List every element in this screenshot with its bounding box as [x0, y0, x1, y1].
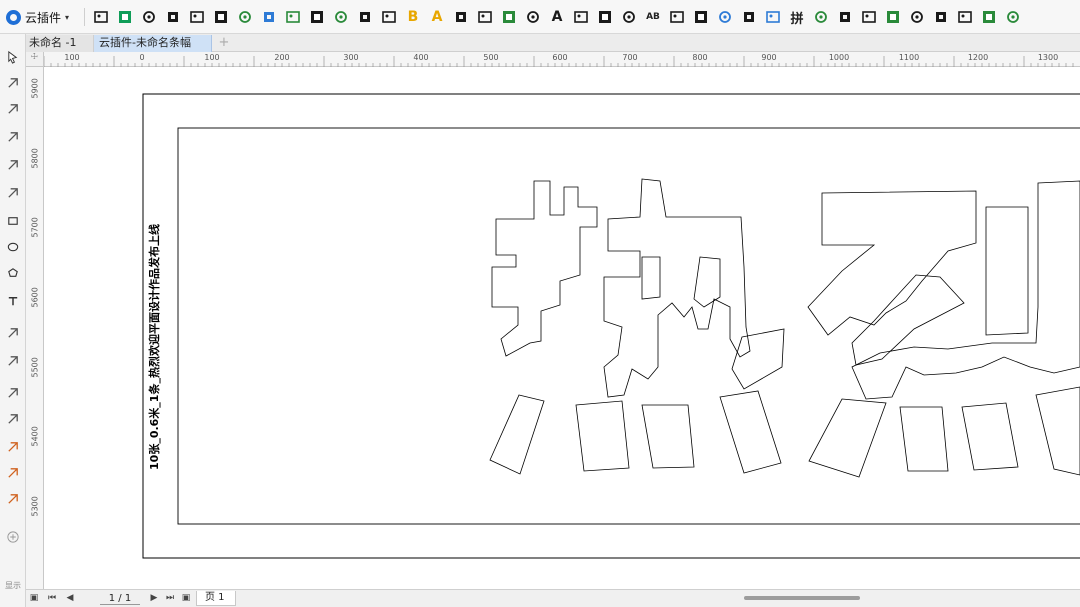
qr-icon[interactable]	[524, 8, 542, 26]
text-tool-icon[interactable]	[4, 292, 22, 310]
banner-glyph-2[interactable]	[807, 180, 1080, 400]
x-box-icon[interactable]	[908, 8, 926, 26]
outer-page-border	[142, 93, 1080, 559]
magic-icon[interactable]	[980, 8, 998, 26]
v-ruler-label: 5400	[30, 426, 40, 447]
k-icon[interactable]	[116, 8, 134, 26]
prev-page-button[interactable]: ◀	[64, 592, 76, 605]
add-page-icon[interactable]: ▣	[180, 592, 192, 605]
horizontal-scroll-thumb[interactable]	[744, 596, 860, 600]
rotate-icon[interactable]	[356, 8, 374, 26]
ruler-origin[interactable]: ☩	[26, 52, 44, 67]
add-tab-button[interactable]: +	[216, 36, 232, 50]
vertical-ruler[interactable]: 5900 5800 5700 5600 5500 5400 5300	[26, 67, 44, 589]
smart-fill-icon[interactable]	[4, 490, 22, 508]
polygon-tool-icon[interactable]	[4, 264, 22, 282]
side-note: 显示	[5, 581, 21, 590]
photo-icon[interactable]	[572, 8, 590, 26]
next-page-button[interactable]: ▶	[148, 592, 160, 605]
text-a-icon[interactable]	[260, 8, 278, 26]
c-icon[interactable]	[812, 8, 830, 26]
connector-icon[interactable]	[4, 352, 22, 370]
link-icon[interactable]	[596, 8, 614, 26]
ellipse-tool-icon[interactable]	[4, 238, 22, 256]
v-ruler-label: 5900	[30, 78, 40, 99]
drawing-canvas[interactable]: 10张_0.6米_1条_热烈欢迎平面设计作品发布上线	[44, 67, 1080, 589]
bold-b-icon[interactable]: B	[404, 8, 422, 26]
banner-caption-vertical[interactable]: 10张_0.6米_1条_热烈欢迎平面设计作品发布上线	[146, 197, 162, 497]
h-ruler-ticks	[44, 56, 1074, 67]
tab-untitled-1[interactable]: 未命名 -1	[24, 35, 94, 52]
fill-tool-icon[interactable]	[4, 464, 22, 482]
quote-icon[interactable]	[668, 8, 686, 26]
last-page-button[interactable]: ⏭	[164, 592, 176, 605]
square-icon[interactable]	[284, 8, 302, 26]
add-tool-icon[interactable]	[4, 528, 22, 546]
chevron-down-icon: ▾	[65, 12, 70, 22]
ab-icon[interactable]: AB	[644, 8, 662, 26]
picture-icon[interactable]	[92, 8, 110, 26]
banner-glyph-1-dots	[489, 390, 782, 475]
toolbox	[0, 34, 26, 607]
curve-icon[interactable]	[476, 8, 494, 26]
cloud-plugin-label: 云插件	[25, 10, 62, 25]
paste-icon[interactable]	[308, 8, 326, 26]
v-ruler-label: 5600	[30, 287, 40, 308]
shape-tool-icon[interactable]	[4, 74, 22, 92]
artistic-media-icon[interactable]	[4, 184, 22, 202]
horizontal-ruler[interactable]: 100 0 100 200 300 400 500 600 700 800 900 1000 1100 1…	[44, 52, 1080, 67]
v-ruler-label: 5300	[30, 496, 40, 517]
shield-icon[interactable]	[932, 8, 950, 26]
comment-icon[interactable]	[692, 8, 710, 26]
grid-icon[interactable]	[332, 8, 350, 26]
banner-glyph-2-dots	[808, 386, 1080, 478]
frame-icon[interactable]	[164, 8, 182, 26]
freehand-tool-icon[interactable]	[4, 156, 22, 174]
crop-icon[interactable]	[716, 8, 734, 26]
v-ruler-label: 5500	[30, 357, 40, 378]
r-icon[interactable]	[380, 8, 398, 26]
page-settings-icon[interactable]: ▣	[28, 592, 40, 605]
font-a-icon[interactable]: A	[548, 8, 566, 26]
toolbar-divider	[84, 8, 85, 26]
pick-tool-icon[interactable]	[4, 48, 22, 66]
page-count: 1 / 1	[100, 592, 140, 605]
ra-icon[interactable]	[500, 8, 518, 26]
pin-icon[interactable]: 拼	[788, 8, 806, 27]
pattern-icon[interactable]	[764, 8, 782, 26]
plugin-toolbar: 云插件 ▾ B A A AB 拼	[0, 0, 1080, 34]
horizontal-scrollbar[interactable]	[718, 593, 1080, 604]
document-tabs: 未命名 -1 云插件-未命名条幅 +	[0, 34, 1080, 52]
first-page-button[interactable]: ⏮	[46, 592, 58, 605]
pdf-icon[interactable]	[452, 8, 470, 26]
image-frame-icon[interactable]	[188, 8, 206, 26]
page-tab-1[interactable]: 页 1	[196, 591, 236, 606]
clipboard-icon[interactable]	[860, 8, 878, 26]
text-size-icon[interactable]	[236, 8, 254, 26]
v-ruler-label: 5800	[30, 148, 40, 169]
quote-6-icon[interactable]	[620, 8, 638, 26]
cloud-plugin-logo-icon	[6, 9, 21, 25]
v-ruler-label: 5700	[30, 217, 40, 238]
rectangle-tool-icon[interactable]	[4, 212, 22, 230]
list-icon[interactable]	[836, 8, 854, 26]
text-t-icon[interactable]	[212, 8, 230, 26]
parallel-dimension-icon[interactable]	[4, 324, 22, 342]
eyedropper-icon[interactable]	[4, 438, 22, 456]
node-icon[interactable]	[140, 8, 158, 26]
canvas-drawing	[142, 93, 1080, 559]
translate-icon[interactable]	[956, 8, 974, 26]
banner-glyph-1[interactable]	[491, 178, 785, 398]
text-align-icon[interactable]	[884, 8, 902, 26]
letter-a-icon[interactable]: A	[428, 8, 446, 26]
crop-tool-icon[interactable]	[4, 100, 22, 118]
layers-icon[interactable]	[1004, 8, 1022, 26]
page-navigation-bar: ▣ ⏮ ◀ 1 / 1 ▶ ⏭ ▣ 页 1	[26, 589, 1080, 607]
zoom-tool-icon[interactable]	[4, 128, 22, 146]
drop-shadow-icon[interactable]	[4, 384, 22, 402]
transparency-icon[interactable]	[4, 410, 22, 428]
record-icon[interactable]	[740, 8, 758, 26]
cloud-plugin-menu[interactable]: 云插件 ▾	[6, 8, 69, 26]
tab-cloud-plugin-banner[interactable]: 云插件-未命名条幅	[94, 35, 212, 52]
